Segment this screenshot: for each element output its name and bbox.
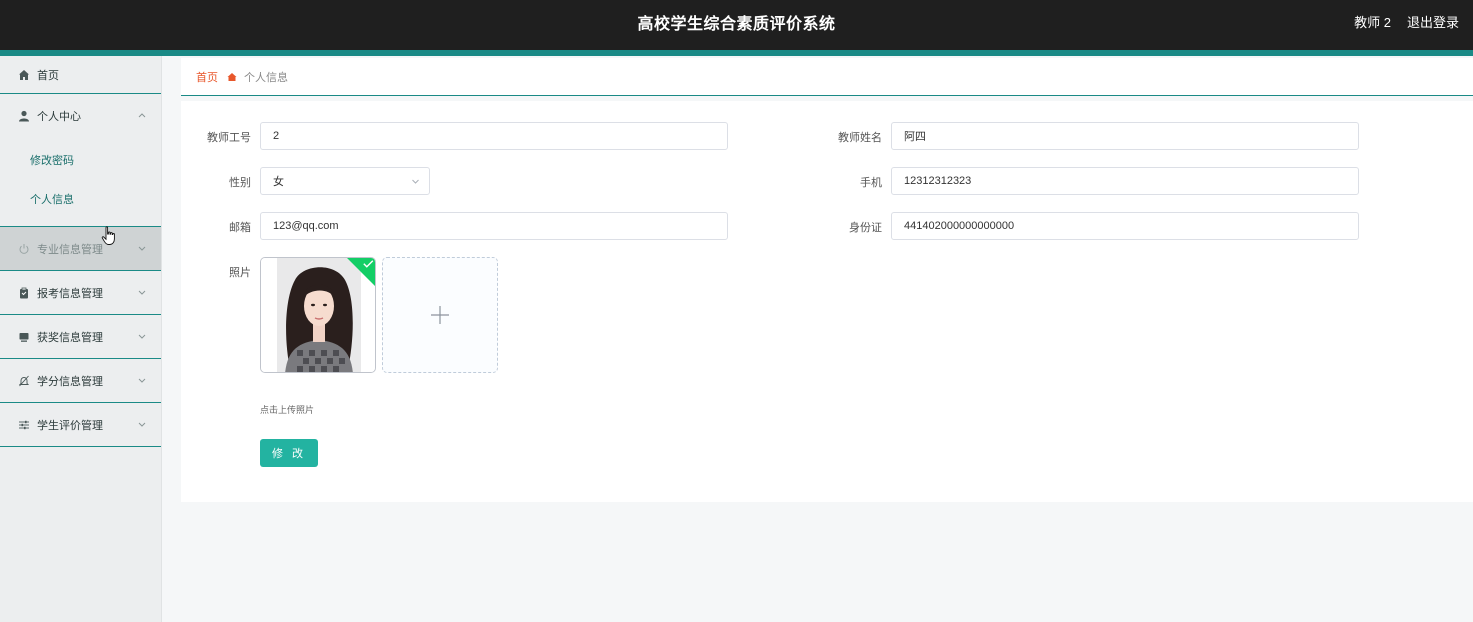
- sidebar-item-label: 首页: [37, 69, 59, 82]
- chevron-down-icon: [411, 177, 420, 186]
- sidebar-item-award-info[interactable]: 获奖信息管理: [0, 315, 161, 359]
- current-user: 教师 2: [1354, 15, 1391, 30]
- gender-select-value: 女: [273, 176, 284, 188]
- upload-hint: 点击上传照片: [260, 405, 315, 415]
- chevron-down-icon: [137, 243, 147, 253]
- hand-cursor-icon: [101, 226, 117, 246]
- sidebar-item-credit-info[interactable]: 学分信息管理: [0, 359, 161, 403]
- teacher-id-field[interactable]: 2: [260, 122, 728, 150]
- id-card-label: 身份证: [849, 222, 882, 234]
- monitor-icon: [18, 331, 30, 343]
- sidebar: 首页 个人中心 修改密码 个人信息 专业信息管理 报考信息管理 获奖信息管理 学…: [0, 56, 162, 622]
- teacher-name-label: 教师姓名: [838, 132, 882, 144]
- plus-icon: [431, 306, 449, 324]
- email-label: 邮箱: [229, 222, 251, 234]
- sidebar-item-home[interactable]: 首页: [0, 56, 161, 94]
- sidebar-item-label: 个人中心: [37, 111, 81, 123]
- sidebar-item-label: 获奖信息管理: [37, 331, 103, 344]
- sidebar-item-application-info[interactable]: 报考信息管理: [0, 271, 161, 315]
- sidebar-item-personal-center[interactable]: 个人中心: [0, 94, 161, 138]
- sidebar-item-major-info[interactable]: 专业信息管理: [0, 227, 161, 271]
- chevron-up-icon: [137, 111, 147, 121]
- phone-field[interactable]: 12312312323: [891, 167, 1359, 195]
- teacher-id-label: 教师工号: [207, 132, 251, 144]
- check-icon: [363, 260, 374, 268]
- bell-off-icon: [18, 375, 30, 387]
- home-icon: [227, 72, 237, 82]
- home-icon: [18, 69, 30, 81]
- teacher-name-field[interactable]: 阿四: [891, 122, 1359, 150]
- chevron-down-icon: [137, 375, 147, 385]
- personal-center-submenu: 修改密码 个人信息: [0, 138, 161, 227]
- phone-label: 手机: [860, 177, 882, 189]
- sidebar-item-label: 报考信息管理: [37, 287, 103, 300]
- photo-upload-button[interactable]: [382, 257, 498, 373]
- personal-info-form: 教师工号 2 教师姓名 阿四 性别 女 手机 12312312323 邮箱 12…: [181, 101, 1473, 502]
- sidebar-item-evaluation[interactable]: 学生评价管理: [0, 403, 161, 447]
- sliders-icon: [18, 419, 30, 431]
- header-accent-bar: [0, 50, 1473, 56]
- logout-link[interactable]: 退出登录: [1407, 12, 1459, 31]
- email-field[interactable]: 123@qq.com: [260, 212, 728, 240]
- user-icon: [18, 110, 30, 122]
- breadcrumb-current: 个人信息: [244, 71, 288, 84]
- submenu-item-change-password[interactable]: 修改密码: [0, 142, 161, 181]
- breadcrumb: 首页 个人信息: [181, 58, 1473, 96]
- top-header: 高校学生综合素质评价系统 教师 2 退出登录: [0, 0, 1473, 50]
- sidebar-item-label: 学分信息管理: [37, 375, 103, 388]
- uploaded-photo[interactable]: [260, 257, 376, 373]
- chevron-down-icon: [137, 419, 147, 429]
- chevron-down-icon: [137, 331, 147, 341]
- submenu-item-personal-info[interactable]: 个人信息: [0, 181, 161, 220]
- sidebar-item-label: 专业信息管理: [37, 243, 103, 256]
- breadcrumb-home-link[interactable]: 首页: [196, 69, 218, 85]
- portrait-photo: [261, 258, 375, 372]
- id-card-field[interactable]: 441402000000000000: [891, 212, 1359, 240]
- sidebar-item-label: 学生评价管理: [37, 419, 103, 432]
- submit-button[interactable]: 修 改: [260, 439, 318, 467]
- power-icon: [18, 243, 30, 255]
- app-title: 高校学生综合素质评价系统: [637, 16, 836, 33]
- chevron-down-icon: [137, 287, 147, 297]
- gender-select[interactable]: 女: [260, 167, 430, 195]
- clipboard-icon: [18, 287, 30, 299]
- gender-label: 性别: [229, 177, 251, 189]
- photo-label: 照片: [229, 267, 251, 279]
